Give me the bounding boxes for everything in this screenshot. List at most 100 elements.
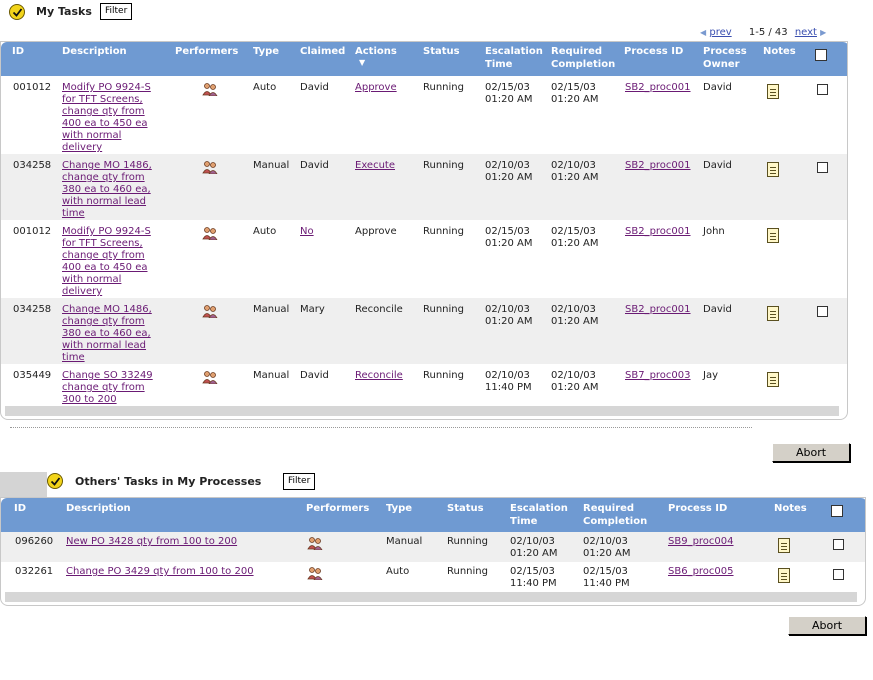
my-tasks-abort-button[interactable]: Abort (772, 443, 850, 462)
note-icon[interactable] (767, 162, 779, 177)
task-description-link[interactable]: Change MO 1486, change qty from 380 ea to … (62, 304, 152, 364)
row-checkbox[interactable] (817, 306, 828, 317)
description-line: time (62, 208, 85, 219)
task-claimed[interactable]: No (300, 226, 314, 238)
description-line: change qty from (62, 382, 145, 393)
task-description-link[interactable]: Change PO 3429 qty from 100 to 200 (66, 566, 254, 578)
col-status[interactable]: Status (447, 502, 484, 515)
col-type[interactable]: Type (253, 45, 279, 58)
my-tasks-scrollbar[interactable] (5, 406, 839, 416)
process-id-link[interactable]: SB7_proc003 (625, 370, 691, 382)
people-icon[interactable] (202, 370, 218, 384)
row-checkbox[interactable] (817, 162, 828, 173)
description-line: 300 to 200 (62, 394, 117, 405)
task-action[interactable]: Reconcile (355, 370, 403, 382)
required-completion: 02/10/03 01:20 AM (551, 304, 598, 328)
escalation-clock: 01:20 AM (485, 94, 533, 105)
col-notes[interactable]: Notes (763, 45, 796, 58)
col-escalation[interactable]: Escalation Time (510, 502, 568, 528)
col-type[interactable]: Type (386, 502, 412, 515)
col-description[interactable]: Description (66, 502, 131, 515)
next-link[interactable]: next (795, 27, 817, 38)
note-icon[interactable] (767, 84, 779, 99)
col-process-owner[interactable]: Process Owner (703, 45, 747, 71)
required-clock: 01:20 AM (551, 94, 599, 105)
task-action[interactable]: Approve (355, 82, 397, 94)
note-icon[interactable] (778, 538, 790, 553)
prev-link[interactable]: prev (709, 27, 731, 38)
col-id[interactable]: ID (12, 45, 24, 58)
col-owner-line1: Process (703, 46, 747, 57)
task-description-link[interactable]: Change MO 1486, change qty from 380 ea to … (62, 160, 152, 220)
col-claimed[interactable]: Claimed (300, 45, 345, 58)
select-all-checkbox[interactable] (831, 505, 843, 517)
description-line: with normal lead (62, 340, 147, 351)
col-required[interactable]: Required Completion (583, 502, 647, 528)
col-performers[interactable]: Performers (306, 502, 369, 515)
task-description-link[interactable]: Change SO 33249 change qty from 300 to 200 (62, 370, 153, 406)
col-required[interactable]: Required Completion (551, 45, 615, 71)
task-type: Manual (253, 370, 290, 381)
sort-down-icon[interactable]: ▼ (359, 58, 397, 67)
col-actions[interactable]: Actions ▼ (355, 45, 397, 67)
people-icon[interactable] (307, 536, 323, 550)
required-clock: 01:20 AM (551, 316, 599, 327)
table-row: 001012 Modify PO 9924-S for TFT Screens, ch… (1, 220, 847, 298)
description-line: 380 ea to 460 ea, (62, 328, 151, 339)
col-notes[interactable]: Notes (774, 502, 807, 515)
col-status[interactable]: Status (423, 45, 460, 58)
others-tasks-abort-button[interactable]: Abort (788, 616, 866, 635)
process-id-link[interactable]: SB2_proc001 (625, 226, 691, 238)
escalation-date: 02/10/03 (485, 304, 530, 315)
table-row: 035449 Change SO 33249 change qty from 300 … (1, 364, 847, 406)
process-id-link[interactable]: SB2_proc001 (625, 82, 691, 94)
people-icon[interactable] (202, 304, 218, 318)
task-claimed: David (300, 160, 329, 171)
process-id-link[interactable]: SB2_proc001 (625, 160, 691, 172)
col-escalation[interactable]: Escalation Time (485, 45, 543, 71)
task-type: Manual (253, 160, 290, 171)
task-status: Running (447, 536, 488, 547)
people-icon[interactable] (202, 226, 218, 240)
row-checkbox[interactable] (817, 84, 828, 95)
col-process-id[interactable]: Process ID (624, 45, 683, 58)
note-icon[interactable] (767, 372, 779, 387)
people-icon[interactable] (202, 82, 218, 96)
required-completion: 02/15/03 11:40 PM (583, 566, 630, 590)
task-status: Running (447, 566, 488, 577)
select-all-checkbox[interactable] (815, 49, 827, 61)
people-icon[interactable] (307, 566, 323, 580)
people-icon[interactable] (202, 160, 218, 174)
task-description-link[interactable]: New PO 3428 qty from 100 to 200 (66, 536, 237, 548)
escalation-time: 02/10/03 01:20 AM (510, 536, 557, 560)
table-row: 032261 Change PO 3429 qty from 100 to 200… (1, 562, 865, 592)
task-action: Approve (355, 226, 397, 237)
process-id-link[interactable]: SB2_proc001 (625, 304, 691, 316)
task-description-link[interactable]: Modify PO 9924-S for TFT Screens, change q… (62, 226, 151, 298)
check-circle-icon (9, 4, 25, 20)
escalation-date: 02/10/03 (485, 370, 530, 381)
others-tasks-filter-button[interactable]: Filter (283, 473, 316, 490)
task-action[interactable]: Execute (355, 160, 395, 172)
description-line: for TFT Screens, (62, 238, 143, 249)
col-id[interactable]: ID (14, 502, 26, 515)
row-checkbox[interactable] (833, 539, 844, 550)
col-performers[interactable]: Performers (175, 45, 238, 58)
task-description-link[interactable]: Modify PO 9924-S for TFT Screens, change q… (62, 82, 151, 154)
col-description[interactable]: Description (62, 45, 127, 58)
description-line: change qty from (62, 250, 145, 261)
col-process-id[interactable]: Process ID (668, 502, 727, 515)
prev-arrow-icon[interactable]: ◀ (700, 28, 706, 37)
note-icon[interactable] (778, 568, 790, 583)
process-id-link[interactable]: SB6_proc005 (668, 566, 734, 578)
escalation-time: 02/10/03 01:20 AM (485, 160, 532, 184)
row-checkbox[interactable] (833, 569, 844, 580)
process-id-link[interactable]: SB9_proc004 (668, 536, 734, 548)
others-tasks-scrollbar[interactable] (5, 592, 857, 602)
my-tasks-table: ID Description Performers Type Claimed A… (0, 41, 848, 420)
description-line: change qty from (62, 106, 145, 117)
my-tasks-filter-button[interactable]: Filter (100, 3, 133, 20)
next-arrow-icon[interactable]: ▶ (820, 28, 826, 37)
note-icon[interactable] (767, 306, 779, 321)
note-icon[interactable] (767, 228, 779, 243)
